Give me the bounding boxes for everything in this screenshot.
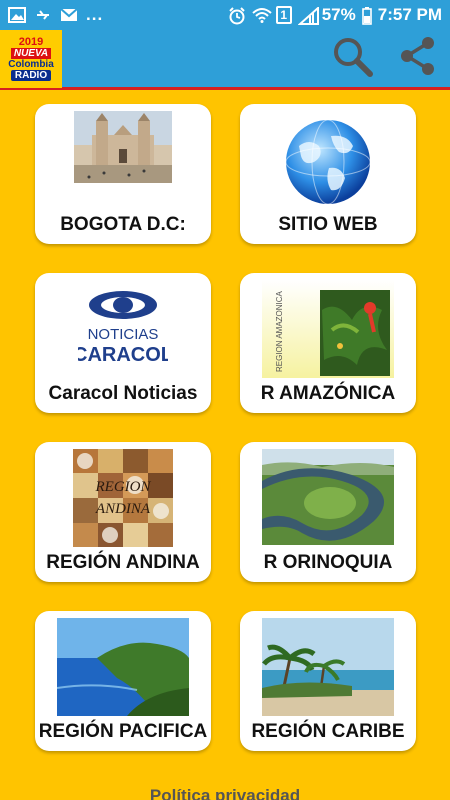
usb-icon	[34, 7, 52, 23]
card-andina[interactable]: REGION ANDINA REGIÓN ANDINA	[35, 442, 211, 582]
logo-radio: RADIO	[10, 69, 52, 81]
card-label: R AMAZÓNICA	[260, 383, 396, 404]
privacy-policy-link[interactable]: Política privacidad	[0, 786, 450, 800]
signal-icon	[297, 5, 319, 25]
share-icon	[397, 35, 439, 82]
river-bend-photo	[262, 449, 394, 545]
card-caracol-noticias[interactable]: NOTICIAS CARACOL Caracol Noticias	[35, 273, 211, 413]
logo-colombia: Colombia	[8, 58, 54, 70]
andina-art-top: REGION	[95, 479, 152, 495]
amazon-jungle-art: REGION AMAZONICA	[262, 280, 394, 378]
sim-badge: 1	[275, 6, 292, 24]
pacific-coast-photo	[56, 618, 189, 716]
card-caribe[interactable]: REGIÓN CARIBE	[240, 611, 416, 751]
mail-icon	[60, 7, 78, 23]
wifi-icon	[252, 7, 272, 23]
card-label: REGIÓN ANDINA	[46, 552, 200, 573]
alarm-icon	[228, 7, 246, 25]
battery-percent: 57%	[321, 5, 356, 24]
search-button[interactable]	[330, 36, 374, 80]
image-icon	[8, 7, 26, 23]
globe-icon	[279, 116, 377, 208]
card-label: R ORINOQUIA	[263, 552, 393, 573]
andean-food-collage: REGION ANDINA	[73, 449, 173, 547]
card-label: SITIO WEB	[278, 214, 378, 235]
card-sitio-web[interactable]: SITIO WEB	[240, 104, 416, 244]
caracol-logo: NOTICIAS CARACOL	[73, 287, 173, 367]
app-logo: 2019 NUEVA Colombia RADIO	[0, 29, 62, 88]
logo-nueva: NUEVA	[10, 47, 52, 59]
search-icon	[331, 35, 373, 82]
caracol-logo-top: NOTICIAS	[88, 326, 159, 343]
card-amazonica[interactable]: REGION AMAZONICA R AMAZÓNICA	[240, 273, 416, 413]
caracol-logo-bottom: CARACOL	[78, 344, 168, 366]
caribbean-beach-photo	[262, 618, 394, 716]
card-label: REGIÓN PACIFICA	[38, 721, 208, 742]
status-bar: ... 1 57% 7:57 PM	[0, 0, 450, 30]
andina-art-bottom: ANDINA	[95, 501, 151, 517]
clock: 7:57 PM	[377, 5, 442, 24]
logo-year: 2019	[18, 35, 44, 48]
cathedral-photo	[74, 111, 172, 183]
battery-icon	[361, 7, 372, 25]
share-button[interactable]	[396, 36, 440, 80]
amazon-art-text: REGION AMAZONICA	[275, 290, 284, 372]
card-label: BOGOTA D.C:	[60, 214, 186, 235]
card-bogota[interactable]: BOGOTA D.C:	[35, 104, 211, 244]
notification-overflow: ...	[86, 5, 104, 24]
card-label: Caracol Noticias	[48, 383, 198, 404]
card-label: REGIÓN CARIBE	[251, 721, 405, 742]
card-orinoquia[interactable]: R ORINOQUIA	[240, 442, 416, 582]
card-pacifica[interactable]: REGIÓN PACIFICA	[35, 611, 211, 751]
app-bar: 2019 NUEVA Colombia RADIO	[0, 29, 450, 90]
